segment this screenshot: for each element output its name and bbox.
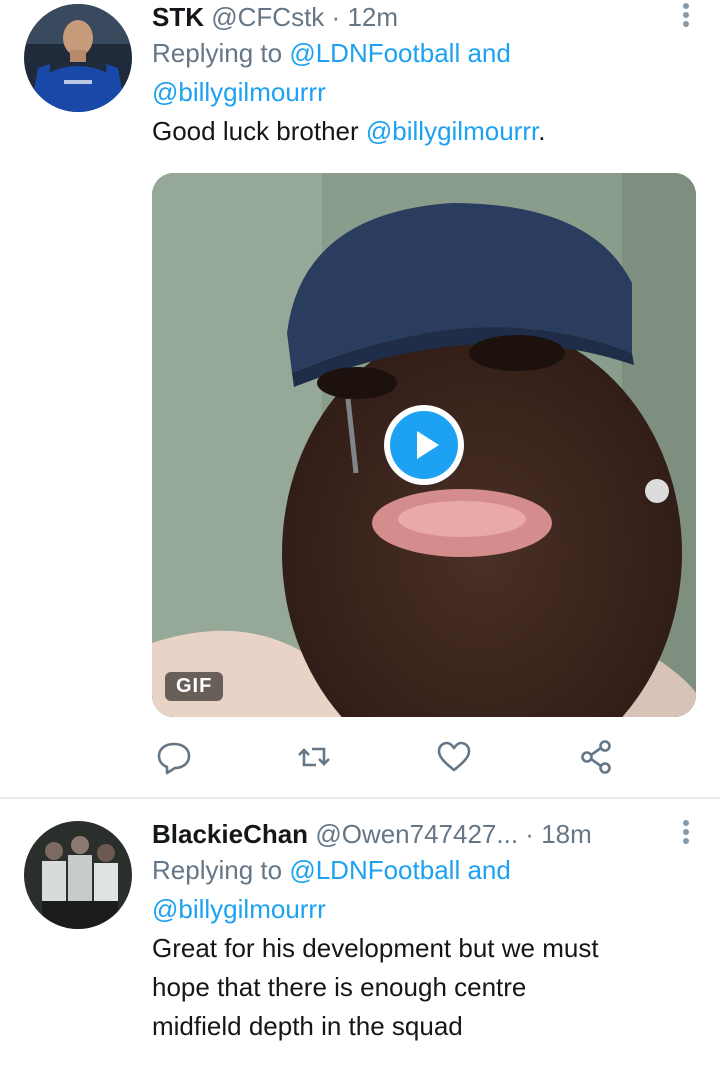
replying-to-label: Replying to <box>152 855 283 885</box>
replying-to: Replying to @LDNFootball and @billygilmo… <box>152 851 700 929</box>
avatar-stk[interactable] <box>24 4 132 112</box>
separator-dot: · <box>525 819 534 849</box>
tweet-stk[interactable]: STK @CFCstk · 12m Replying to @LDNFootba… <box>0 0 720 798</box>
play-button[interactable] <box>384 405 464 485</box>
gif-media[interactable]: GIF <box>152 173 696 717</box>
replying-to-label: Replying to <box>152 38 283 68</box>
reply-mention-billygilmourrr[interactable]: @billygilmourrr <box>152 894 326 924</box>
more-options-icon[interactable] <box>676 820 696 848</box>
heart-icon[interactable] <box>432 735 476 779</box>
display-name[interactable]: STK <box>152 2 204 32</box>
tweet-text: Good luck brother @billygilmourrr. <box>152 112 700 151</box>
share-icon[interactable] <box>574 735 618 779</box>
tweet-text-line: Great for his development but we must <box>152 933 599 963</box>
avatar-stk-image <box>24 4 132 112</box>
tweet-text-mention[interactable]: @billygilmourrr <box>366 116 538 146</box>
reply-and[interactable]: and <box>467 38 510 68</box>
tweet-actions <box>152 735 632 785</box>
reply-mention-ldnfootball[interactable]: @LDNFootball <box>289 855 460 885</box>
timestamp[interactable]: 12m <box>347 2 398 32</box>
reply-mention-billygilmourrr[interactable]: @billygilmourrr <box>152 77 326 107</box>
avatar-blackiechan[interactable] <box>24 821 132 929</box>
reply-icon[interactable] <box>152 735 196 779</box>
tweet-text-line: midfield depth in the squad <box>152 1011 463 1041</box>
reply-and[interactable]: and <box>467 855 510 885</box>
tweet-header: BlackieChan @Owen747427... · 18m <box>152 817 700 851</box>
retweet-icon[interactable] <box>292 735 336 779</box>
avatar-blackiechan-image <box>24 821 132 929</box>
timestamp[interactable]: 18m <box>541 819 592 849</box>
display-name[interactable]: BlackieChan <box>152 819 308 849</box>
tweet-text-plain: Good luck brother <box>152 116 366 146</box>
more-options-icon[interactable] <box>676 3 696 31</box>
gif-badge: GIF <box>165 672 224 701</box>
user-handle[interactable]: @CFCstk <box>211 2 324 32</box>
tweet-header: STK @CFCstk · 12m <box>152 0 700 34</box>
tweet-blackiechan-content: BlackieChan @Owen747427... · 18m Replyin… <box>152 817 700 1046</box>
play-icon <box>390 411 458 479</box>
tweet-stk-content: STK @CFCstk · 12m Replying to @LDNFootba… <box>152 0 700 151</box>
reply-mention-ldnfootball[interactable]: @LDNFootball <box>289 38 460 68</box>
tweet-blackiechan[interactable]: BlackieChan @Owen747427... · 18m Replyin… <box>0 799 720 1070</box>
user-handle[interactable]: @Owen747427... <box>315 819 518 849</box>
tweet-text: Great for his development but we must ho… <box>152 929 700 1046</box>
tweet-text-suffix: . <box>538 116 546 146</box>
replying-to: Replying to @LDNFootball and @billygilmo… <box>152 34 700 112</box>
separator-dot: · <box>331 2 341 32</box>
tweet-text-line: hope that there is enough centre <box>152 972 527 1002</box>
